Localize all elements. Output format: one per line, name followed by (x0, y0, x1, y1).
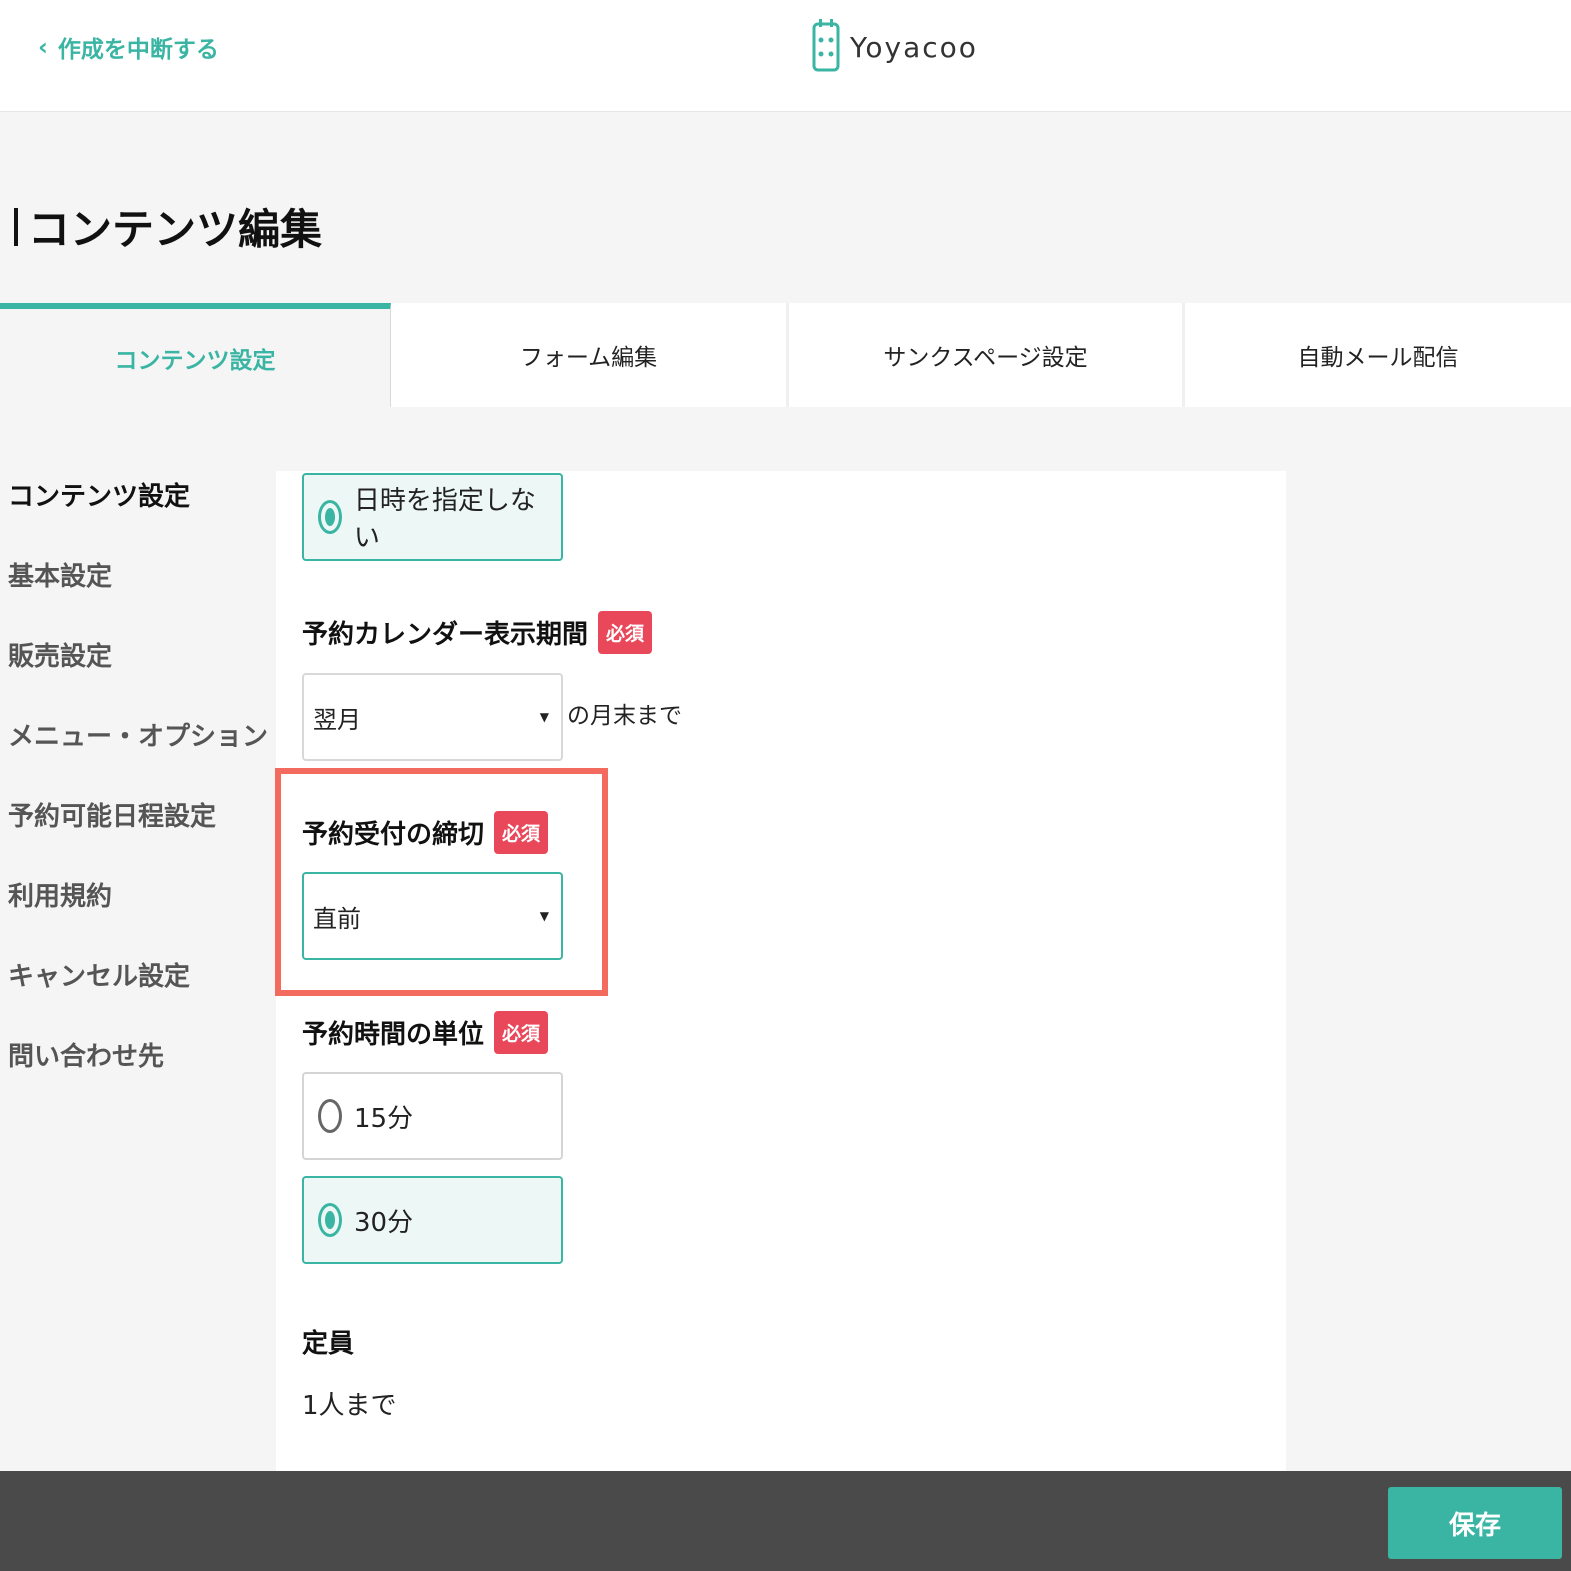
calendar-period-label: 予約カレンダー表示期間 必須 (302, 611, 653, 654)
back-link-label: 作成を中断する (57, 37, 219, 63)
sidebar-item-cancel-settings[interactable]: キャンセル設定 (8, 956, 268, 1036)
sidebar-item-terms[interactable]: 利用規約 (8, 876, 268, 956)
tab-label: サンクスページ設定 (883, 345, 1088, 371)
radio-label: 15分 (354, 1103, 414, 1134)
sidebar: コンテンツ設定 基本設定 販売設定 メニュー・オプション 予約可能日程設定 利用… (8, 476, 268, 1116)
radio-label: 30分 (354, 1207, 414, 1238)
settings-panel: 日時を指定しない 予約カレンダー表示期間 必須 翌月 ▼ の月末まで 予約受付の… (276, 471, 1286, 1471)
capacity-value: 1人まで (302, 1391, 397, 1421)
footer-bar: 保存 (0, 1471, 1571, 1571)
tab-thanks-page[interactable]: サンクスページ設定 (789, 303, 1185, 407)
required-badge: 必須 (598, 611, 653, 654)
radio-15min[interactable]: 15分 (302, 1072, 563, 1160)
sidebar-item-schedule[interactable]: 予約可能日程設定 (8, 796, 268, 876)
chevron-left-icon: ‹ (38, 33, 48, 61)
tab-auto-mail[interactable]: 自動メール配信 (1185, 303, 1571, 407)
tab-label: コンテンツ設定 (114, 348, 276, 374)
page-title-text: コンテンツ編集 (28, 205, 323, 254)
title-bar (14, 207, 18, 246)
caret-down-icon: ▼ (539, 710, 549, 724)
sidebar-item-contact[interactable]: 問い合わせ先 (8, 1036, 268, 1116)
field-label-text: 予約受付の締切 (302, 820, 485, 850)
save-button[interactable]: 保存 (1388, 1487, 1562, 1559)
page-title: コンテンツ編集 (14, 196, 322, 257)
tab-content-settings[interactable]: コンテンツ設定 (0, 303, 391, 407)
required-badge: 必須 (494, 1011, 549, 1054)
top-header: ‹ 作成を中断する Yoyacoo (0, 0, 1571, 112)
tab-label: 自動メール配信 (1297, 345, 1459, 371)
back-link[interactable]: ‹ 作成を中断する (38, 30, 219, 64)
required-badge: 必須 (494, 811, 549, 854)
radio-checked-icon (318, 500, 342, 534)
sidebar-item-sales-settings[interactable]: 販売設定 (8, 636, 268, 716)
tab-form-edit[interactable]: フォーム編集 (391, 303, 789, 407)
capacity-label: 定員 (302, 1329, 355, 1359)
calendar-icon (812, 18, 840, 76)
deadline-select[interactable]: 直前 ▼ (302, 872, 563, 960)
tab-bar: コンテンツ設定 フォーム編集 サンクスページ設定 自動メール配信 (0, 303, 1571, 407)
radio-unchecked-icon (318, 1099, 342, 1133)
sidebar-item-basic-settings[interactable]: 基本設定 (8, 556, 268, 636)
sidebar-item-content-settings[interactable]: コンテンツ設定 (8, 476, 268, 556)
calendar-period-suffix: の月末まで (567, 703, 682, 729)
field-label-text: 予約カレンダー表示期間 (302, 620, 589, 650)
deadline-label: 予約受付の締切 必須 (302, 811, 549, 854)
time-unit-label: 予約時間の単位 必須 (302, 1011, 549, 1054)
radio-label: 日時を指定しない (353, 486, 536, 553)
select-value: 直前 (313, 904, 361, 933)
logo[interactable]: Yoyacoo (812, 18, 978, 76)
calendar-period-select[interactable]: 翌月 ▼ (302, 673, 563, 761)
radio-no-datetime[interactable]: 日時を指定しない (302, 473, 563, 561)
tab-label: フォーム編集 (519, 345, 658, 371)
logo-name: Yoyacoo (850, 30, 978, 64)
select-value: 翌月 (313, 705, 361, 734)
field-label-text: 予約時間の単位 (302, 1020, 485, 1050)
caret-down-icon: ▼ (539, 909, 549, 923)
sidebar-item-menu-options[interactable]: メニュー・オプション (8, 716, 268, 796)
radio-checked-icon (318, 1203, 342, 1237)
radio-30min[interactable]: 30分 (302, 1176, 563, 1264)
